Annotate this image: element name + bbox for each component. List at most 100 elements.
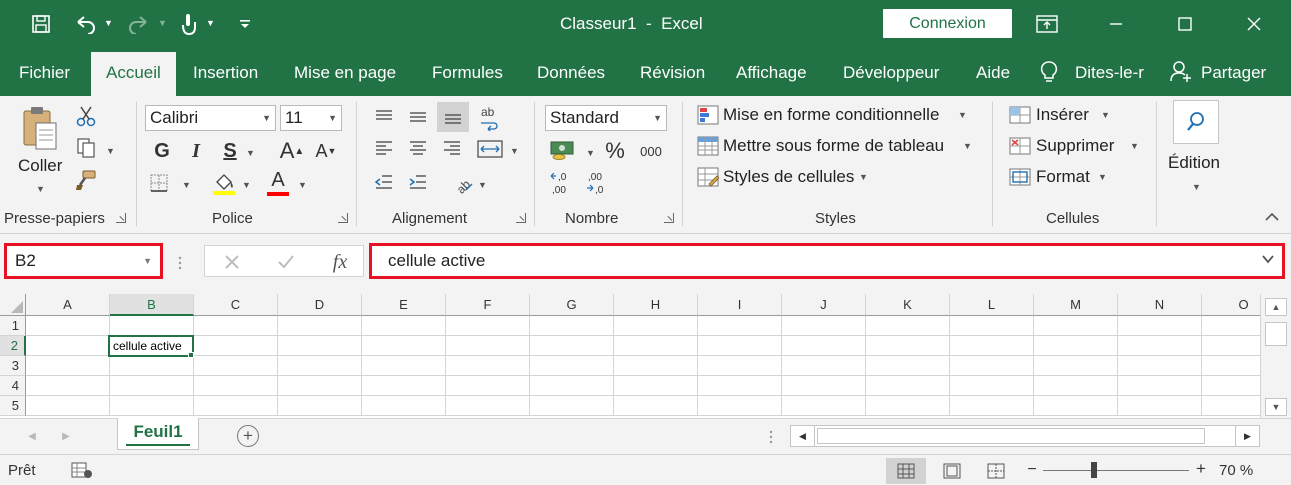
grow-font-button[interactable]: A ▲ [280,138,305,164]
chevron-down-icon[interactable]: ▼ [1101,110,1110,120]
currency-dropdown-icon[interactable]: ▼ [586,148,595,158]
alignment-launcher-icon[interactable] [516,213,526,223]
cell[interactable] [1202,356,1260,376]
row-header[interactable]: 4 [0,376,26,396]
editing-button[interactable]: Édition [1168,153,1220,173]
column-header[interactable]: L [950,294,1034,316]
scroll-down-icon[interactable]: ▼ [1265,398,1287,416]
cell[interactable] [278,376,362,396]
select-all-button[interactable] [0,294,26,316]
thousands-separator-button[interactable]: 000 [636,138,666,164]
column-header[interactable]: C [194,294,278,316]
cell[interactable] [782,356,866,376]
row-header[interactable]: 2 [0,336,26,356]
cell[interactable] [614,396,698,416]
row-header[interactable]: 5 [0,396,26,416]
tab-aide[interactable]: Aide [976,48,1010,96]
insert-cells-icon[interactable] [1008,104,1032,126]
chevron-down-icon[interactable]: ▼ [958,110,967,120]
tab-developpeur[interactable]: Développeur [843,48,939,96]
tell-me-search[interactable]: Dites-le-r [1075,48,1144,96]
chevron-down-icon[interactable]: ▼ [859,172,868,182]
ribbon-display-icon[interactable] [1024,0,1070,48]
borders-dropdown-icon[interactable]: ▼ [182,180,191,190]
underline-button[interactable]: S [218,138,242,164]
cell[interactable] [110,396,194,416]
cell[interactable] [1118,396,1202,416]
cell[interactable] [110,376,194,396]
column-header[interactable]: B [110,294,194,316]
cell[interactable] [698,376,782,396]
increase-indent-icon[interactable] [406,172,430,194]
cell[interactable] [26,396,110,416]
cell[interactable] [1118,376,1202,396]
sheet-tab-feuil1[interactable]: Feuil1 [117,418,199,450]
column-header[interactable]: N [1118,294,1202,316]
customize-qat-icon[interactable] [236,10,254,38]
redo-dropdown-icon[interactable]: ▼ [158,18,167,28]
minimize-icon[interactable] [1093,0,1139,48]
column-header[interactable]: I [698,294,782,316]
cell[interactable] [530,336,614,356]
undo-icon[interactable] [72,10,98,38]
cut-icon[interactable] [74,104,98,128]
scroll-left-icon[interactable]: ◀ [791,426,815,446]
undo-dropdown-icon[interactable]: ▼ [104,18,113,28]
orientation-icon[interactable]: ab [450,170,476,196]
increase-decimal-icon[interactable]: ,0,00 [548,170,576,196]
column-header[interactable]: F [446,294,530,316]
cell[interactable] [110,316,194,336]
format-painter-icon[interactable] [74,168,98,192]
column-header[interactable]: G [530,294,614,316]
cell[interactable] [1118,316,1202,336]
cell[interactable] [698,396,782,416]
delete-cells-icon[interactable] [1008,135,1032,157]
column-header[interactable]: M [1034,294,1118,316]
formula-input[interactable]: cellule active [369,243,1285,279]
editing-dropdown-icon[interactable]: ▼ [1192,182,1201,192]
font-color-dropdown-icon[interactable]: ▼ [298,180,307,190]
collapse-ribbon-icon[interactable] [1264,210,1280,224]
copy-dropdown-icon[interactable]: ▼ [106,146,115,156]
align-center-icon[interactable] [406,138,430,160]
cell[interactable] [866,336,950,356]
cell[interactable] [782,396,866,416]
decrease-decimal-icon[interactable]: ,00,0 [584,170,612,196]
close-icon[interactable] [1231,0,1277,48]
save-icon[interactable] [28,10,54,38]
cell[interactable] [194,356,278,376]
name-box[interactable]: B2 ▼ [4,243,163,279]
paste-icon[interactable] [18,104,62,154]
format-cells-icon[interactable] [1008,166,1032,188]
cell[interactable] [782,376,866,396]
align-right-icon[interactable] [440,138,464,160]
cell[interactable] [782,316,866,336]
conditional-format-icon[interactable] [696,104,720,126]
vertical-scroll-thumb[interactable] [1265,322,1287,346]
cell[interactable] [866,356,950,376]
chevron-down-icon[interactable]: ▼ [963,141,972,151]
cell[interactable] [530,396,614,416]
cell[interactable] [446,396,530,416]
cell[interactable] [26,336,110,356]
shrink-font-button[interactable]: A ▼ [314,138,338,164]
cell[interactable] [1118,336,1202,356]
touch-dropdown-icon[interactable]: ▼ [206,18,215,28]
cell[interactable] [614,316,698,336]
cell[interactable] [110,356,194,376]
cell[interactable] [1034,396,1118,416]
cell[interactable] [614,376,698,396]
cell[interactable] [278,356,362,376]
cell[interactable] [866,376,950,396]
cell[interactable] [698,356,782,376]
cell[interactable] [950,316,1034,336]
font-launcher-icon[interactable] [338,213,348,223]
italic-button[interactable]: I [184,138,208,164]
cell[interactable] [362,316,446,336]
cell[interactable] [530,356,614,376]
page-layout-view-icon[interactable] [932,458,972,484]
active-cell[interactable]: cellule active [108,335,194,357]
scroll-right-icon[interactable]: ▶ [1235,426,1259,446]
cell[interactable] [362,396,446,416]
fill-color-icon[interactable] [210,170,238,196]
